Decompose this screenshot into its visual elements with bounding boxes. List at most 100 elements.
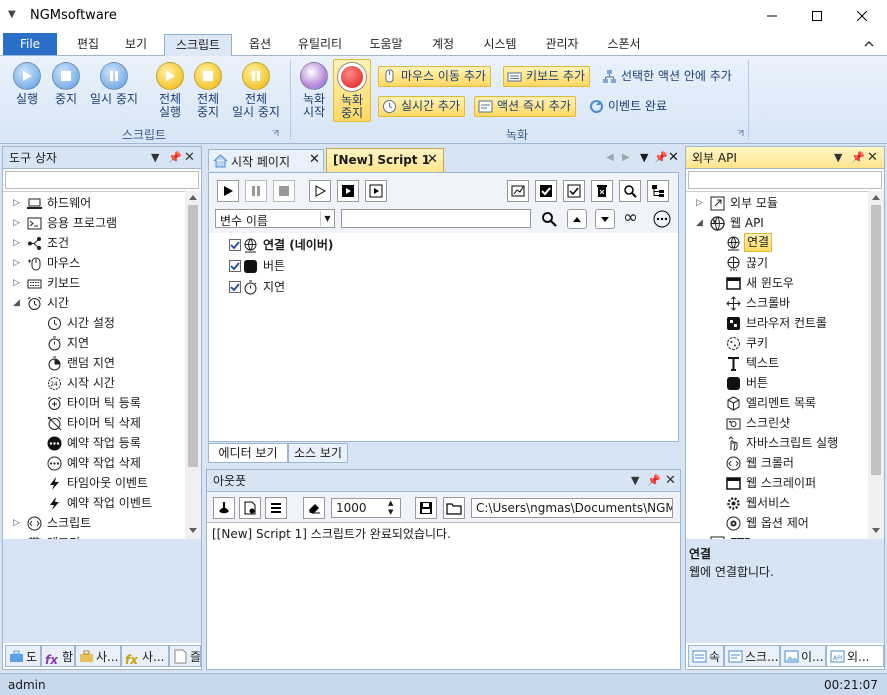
event-done-button[interactable]: 이벤트 완료 <box>585 96 672 117</box>
toolbox-item[interactable]: 예약 작업 이벤트 <box>47 493 185 513</box>
stepper-up-icon[interactable]: ▲ <box>388 499 393 508</box>
toolbox-scrollbar[interactable] <box>185 191 201 539</box>
dropdown-arrow-icon[interactable]: ▼ <box>8 9 16 20</box>
tab-editor-view[interactable]: 에디터 보기 <box>208 443 288 463</box>
tab-external-api[interactable]: API 외... <box>826 645 884 667</box>
pause-button[interactable]: 일시 중지 <box>84 62 144 106</box>
api-scrollbar[interactable] <box>868 191 884 539</box>
dropdown-icon[interactable]: ▼ <box>631 470 639 492</box>
tab-scripts[interactable]: 스크... <box>724 645 780 667</box>
tab-list-icon[interactable]: ▼ <box>640 151 648 164</box>
pin-icon[interactable]: 📌 <box>851 147 865 169</box>
tab-edit[interactable]: 편집 <box>66 34 110 56</box>
add-action-now-button[interactable]: 액션 즉시 추가 <box>474 96 576 117</box>
tab-system[interactable]: 시스템 <box>472 34 528 56</box>
toolbox-item[interactable]: 타이머 틱 등록 <box>47 393 185 413</box>
tab-admin[interactable]: 관리자 <box>534 34 590 56</box>
add-mouse-move-button[interactable]: 마우스 이동 추가 <box>378 66 491 87</box>
api-item[interactable]: 끊기 <box>726 253 866 273</box>
variable-name-select[interactable]: 변수 이름 ▼ <box>215 209 335 228</box>
toolbox-item[interactable]: 24 시작 시간 <box>47 373 185 393</box>
tab-account[interactable]: 계정 <box>420 34 466 56</box>
toolbox-item[interactable]: 예약 작업 등록 <box>47 433 185 453</box>
api-search-input[interactable] <box>688 171 882 189</box>
tab-functions[interactable]: fx 함 <box>41 645 75 667</box>
toolbox-item[interactable]: 지연 <box>47 333 185 353</box>
save-log-button[interactable] <box>415 497 437 519</box>
pin-icon[interactable]: 📌 <box>168 147 182 169</box>
toolbox-category[interactable]: ▷ 키보드 <box>13 273 183 293</box>
close-icon[interactable]: ✕ <box>867 147 878 169</box>
step-button[interactable] <box>309 180 331 202</box>
open-folder-button[interactable] <box>443 497 465 519</box>
api-item[interactable]: 버튼 <box>726 373 866 393</box>
pause-script-button[interactable] <box>245 180 267 202</box>
api-item[interactable]: 연결 <box>726 233 866 253</box>
api-item[interactable]: 웹 크롤러 <box>726 453 866 473</box>
script-action-item[interactable]: 지연 <box>229 277 649 297</box>
tab-utility[interactable]: 유틸리티 <box>288 34 352 56</box>
log-settings-button[interactable] <box>239 497 261 519</box>
api-item[interactable]: 새 윈도우 <box>726 273 866 293</box>
tab-view[interactable]: 보기 <box>114 34 158 56</box>
action-checkbox[interactable] <box>229 281 241 293</box>
more-icon[interactable] <box>653 210 671 228</box>
tab-toolbox[interactable]: 도 <box>5 645 41 667</box>
dialog-launcher-icon[interactable] <box>272 130 279 137</box>
pause-all-button[interactable]: 전체 일시 중지 <box>226 62 286 119</box>
stop-script-button[interactable] <box>273 180 295 202</box>
chart-button[interactable] <box>507 180 529 202</box>
run-selection-button[interactable] <box>365 180 387 202</box>
tab-properties[interactable]: 속 <box>688 645 724 667</box>
infinity-icon[interactable]: ∞ <box>623 207 638 228</box>
toolbox-category[interactable]: ▷ 조건 <box>13 233 183 253</box>
api-item[interactable]: 스크롤바 <box>726 293 866 313</box>
scroll-thumb[interactable] <box>188 205 198 467</box>
file-menu[interactable]: File <box>3 33 57 55</box>
check-all-button[interactable] <box>535 180 557 202</box>
expander-icon[interactable]: ▷ <box>13 193 20 213</box>
api-item[interactable]: 엘리멘트 목록 <box>726 393 866 413</box>
record-start-button[interactable]: 녹화 시작 <box>296 62 332 119</box>
toolbox-item[interactable]: 타이머 틱 삭제 <box>47 413 185 433</box>
expander-icon[interactable]: ▷ <box>13 273 20 293</box>
close-icon[interactable]: ✕ <box>665 470 676 492</box>
clean-button[interactable] <box>213 497 235 519</box>
close-tab-icon[interactable]: ✕ <box>309 152 320 167</box>
dialog-launcher-icon[interactable] <box>737 130 744 137</box>
tab-images[interactable]: 이... <box>780 645 826 667</box>
toolbox-category[interactable]: ▷ 응용 프로그램 <box>13 213 183 233</box>
toolbox-category[interactable]: ▷ 하드웨어 <box>13 193 183 213</box>
api-category[interactable]: ◢ 웹 API <box>696 213 866 233</box>
run-button[interactable]: 실행 <box>6 62 48 106</box>
expander-icon[interactable]: ▷ <box>13 213 20 233</box>
add-in-action-button[interactable]: 선택한 액션 안에 추가 <box>598 66 737 87</box>
toolbox-category[interactable]: ▷ 마우스 <box>13 253 183 273</box>
maximize-button[interactable] <box>794 0 840 32</box>
tab-favorites[interactable]: 즐 <box>169 645 201 667</box>
expander-icon[interactable]: ▷ <box>13 513 20 533</box>
log-limit-stepper[interactable]: 1000 ▲ ▼ <box>331 498 401 518</box>
scroll-thumb[interactable] <box>871 205 881 475</box>
search-icon[interactable] <box>541 211 557 227</box>
add-keyboard-button[interactable]: 키보드 추가 <box>503 66 591 87</box>
stop-button[interactable]: 중지 <box>46 62 86 106</box>
tab-script[interactable]: 스크립트 <box>164 34 232 57</box>
run-all-button[interactable]: 전체 실행 <box>150 62 190 119</box>
close-button[interactable] <box>839 0 885 32</box>
pin-icon[interactable]: 📌 <box>647 470 661 492</box>
tab-help[interactable]: 도움말 <box>358 34 414 56</box>
script-action-item[interactable]: 연결 (네이버) <box>229 235 649 255</box>
tab-sponsor[interactable]: 스폰서 <box>596 34 652 56</box>
run-script-button[interactable] <box>217 180 239 202</box>
minimize-button[interactable] <box>749 0 795 32</box>
dropdown-icon[interactable]: ▼ <box>151 147 159 169</box>
tab-user-2[interactable]: fx 사... <box>121 645 169 667</box>
stop-all-button[interactable]: 전체 중지 <box>188 62 228 119</box>
tab-source-view[interactable]: 소스 보기 <box>288 443 348 463</box>
toolbox-item[interactable]: 시간 설정 <box>47 313 185 333</box>
record-stop-button[interactable]: 녹화 중지 <box>333 59 371 122</box>
script-action-item[interactable]: 버튼 <box>229 256 649 276</box>
api-category[interactable]: ▷ 외부 모듈 <box>696 193 866 213</box>
search-button[interactable] <box>619 180 641 202</box>
